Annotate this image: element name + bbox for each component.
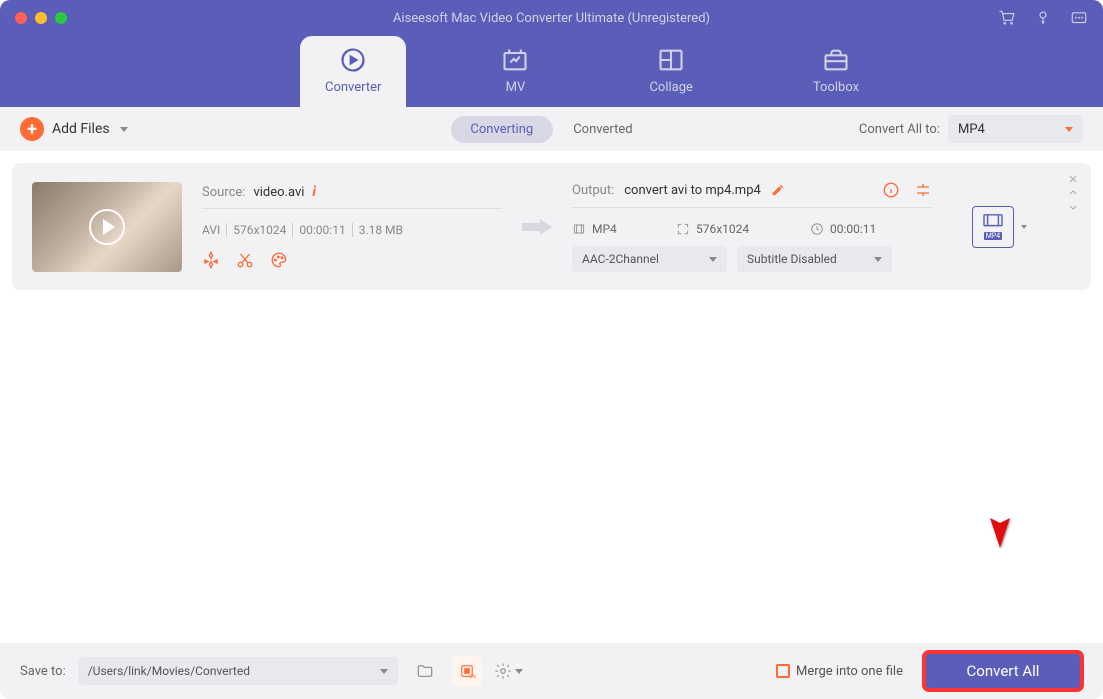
output-resolution: 576x1024 — [696, 222, 749, 236]
video-thumbnail[interactable] — [32, 182, 182, 272]
checkbox-icon — [776, 664, 790, 678]
info-circle-icon[interactable] — [882, 181, 900, 199]
key-icon[interactable] — [1034, 9, 1052, 27]
annotation-arrow — [982, 463, 1018, 553]
arrow-icon — [522, 217, 552, 237]
palette-icon[interactable] — [270, 251, 288, 269]
main-nav: Converter MV Collage Toolbox — [0, 36, 1103, 107]
film-icon — [572, 222, 586, 236]
save-to-label: Save to: — [20, 664, 66, 679]
source-filename: video.avi — [253, 185, 304, 200]
minimize-window[interactable] — [35, 12, 47, 24]
add-files-button[interactable]: + Add Files — [20, 117, 110, 141]
tab-collage[interactable]: Collage — [624, 36, 717, 107]
audio-select[interactable]: AAC-2Channel — [572, 246, 727, 272]
tab-converted[interactable]: Converted — [553, 116, 652, 143]
file-item: Source: video.avi i AVI 576x1024 00:00:1… — [12, 163, 1091, 290]
cart-icon[interactable] — [998, 9, 1016, 27]
tab-mv[interactable]: MV — [476, 36, 554, 107]
compress-icon[interactable] — [202, 251, 220, 269]
subtitle-select[interactable]: Subtitle Disabled — [737, 246, 892, 272]
footer: Save to: /Users/link/Movies/Converted ON… — [0, 643, 1103, 699]
source-metadata: AVI 576x1024 00:00:11 3.18 MB — [202, 223, 502, 237]
convert-all-format-select[interactable]: MP4 — [948, 115, 1083, 143]
output-label: Output: — [572, 183, 614, 198]
window-controls — [15, 12, 67, 24]
info-icon[interactable]: i — [312, 184, 316, 200]
settings-button[interactable] — [494, 656, 524, 686]
clock-icon — [810, 222, 824, 236]
close-window[interactable] — [15, 12, 27, 24]
chat-icon[interactable] — [1070, 9, 1088, 27]
plus-icon: + — [20, 117, 44, 141]
output-format: MP4 — [592, 222, 617, 236]
expand-icon — [676, 222, 690, 236]
tab-converter[interactable]: Converter — [300, 36, 406, 107]
maximize-window[interactable] — [55, 12, 67, 24]
svg-text:ON: ON — [469, 674, 475, 680]
file-list: Source: video.avi i AVI 576x1024 00:00:1… — [0, 151, 1103, 643]
titlebar: Aiseesoft Mac Video Converter Ultimate (… — [0, 0, 1103, 36]
split-icon[interactable] — [914, 181, 932, 199]
gpu-accel-button[interactable]: ON — [452, 656, 482, 686]
remove-item-icon[interactable] — [1067, 173, 1079, 185]
output-filename: convert avi to mp4.mp4 — [624, 183, 761, 198]
play-icon — [89, 209, 125, 245]
tab-toolbox[interactable]: Toolbox — [788, 36, 884, 107]
move-down-icon[interactable] — [1067, 201, 1079, 213]
merge-checkbox[interactable]: Merge into one file — [776, 664, 903, 679]
add-files-dropdown[interactable] — [120, 127, 128, 132]
save-path-select[interactable]: /Users/link/Movies/Converted — [78, 657, 398, 685]
cut-icon[interactable] — [236, 251, 254, 269]
edit-icon[interactable] — [771, 183, 785, 197]
window-title: Aiseesoft Mac Video Converter Ultimate (… — [393, 11, 710, 26]
convert-all-button[interactable]: Convert All — [923, 651, 1083, 691]
output-format-picker[interactable]: MP4 — [972, 206, 1014, 248]
open-folder-button[interactable] — [410, 656, 440, 686]
toolbar: + Add Files Converting Converted Convert… — [0, 107, 1103, 151]
source-label: Source: — [202, 185, 245, 200]
tab-converting[interactable]: Converting — [450, 116, 553, 143]
convert-all-label: Convert All to: — [859, 122, 940, 137]
output-duration: 00:00:11 — [830, 222, 876, 236]
move-up-icon[interactable] — [1067, 187, 1079, 199]
